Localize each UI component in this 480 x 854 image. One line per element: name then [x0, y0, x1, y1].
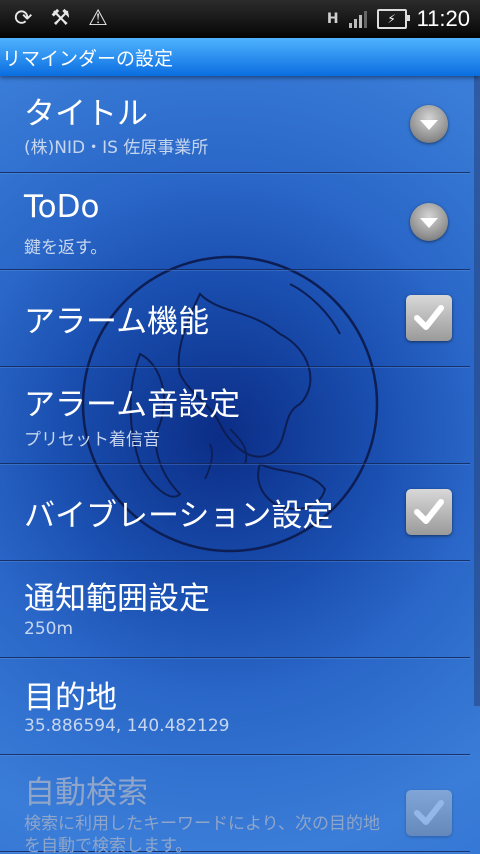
setting-title: 通知範囲設定	[24, 581, 210, 617]
setting-row-notify-range[interactable]: 通知範囲設定 250m	[0, 561, 470, 658]
setting-row-todo[interactable]: ToDo 鍵を返す。	[0, 173, 470, 270]
setting-summary: 250m	[24, 619, 74, 639]
setting-title: バイブレーション設定	[24, 498, 334, 534]
settings-content: タイトル (株)NID・IS 佐原事業所 ToDo 鍵を返す。 アラーム機能 ア…	[0, 76, 480, 854]
setting-title: ToDo	[24, 189, 100, 225]
signal-strength-icon	[348, 10, 367, 28]
checkmark-icon	[414, 800, 444, 825]
warning-icon: ⚠	[88, 6, 108, 31]
setting-summary: 35.886594, 140.482129	[24, 716, 230, 736]
setting-row-title[interactable]: タイトル (株)NID・IS 佐原事業所	[0, 76, 470, 173]
status-bar: ⟳ ⚒ ⚠ H ⚡ 11:20	[0, 0, 480, 38]
setting-title: 自動検索	[24, 775, 148, 811]
checkmark-icon	[414, 499, 444, 524]
setting-title: タイトル	[24, 96, 148, 132]
setting-title: 目的地	[24, 680, 117, 716]
settings-list: タイトル (株)NID・IS 佐原事業所 ToDo 鍵を返す。 アラーム機能 ア…	[0, 76, 470, 854]
dropdown-arrow-icon[interactable]	[410, 105, 448, 143]
network-type-indicator: H	[326, 11, 339, 27]
checkmark-icon	[414, 305, 444, 330]
setting-row-alarm[interactable]: アラーム機能	[0, 270, 470, 367]
dropdown-arrow-icon[interactable]	[410, 203, 448, 241]
setting-row-auto-search: 自動検索 検索に利用したキーワードにより、次の目的地を自動で検索します。	[0, 755, 470, 854]
scrollbar[interactable]	[474, 76, 480, 706]
setting-title: アラーム音設定	[24, 387, 241, 423]
setting-row-vibration[interactable]: バイブレーション設定	[0, 464, 470, 561]
auto-search-checkbox	[406, 790, 452, 836]
setting-row-alarm-sound[interactable]: アラーム音設定 プリセット着信音	[0, 367, 470, 464]
setting-summary: 鍵を返す。	[24, 238, 108, 258]
battery-charging-icon: ⚡	[376, 9, 410, 29]
page-title: リマインダーの設定	[2, 47, 174, 70]
status-time: 11:20	[416, 6, 470, 31]
title-bar: リマインダーの設定	[0, 38, 480, 76]
alarm-checkbox[interactable]	[406, 295, 452, 341]
vibration-checkbox[interactable]	[406, 489, 452, 535]
setting-title: アラーム機能	[24, 304, 210, 340]
setting-summary: プリセット着信音	[24, 430, 160, 450]
sync-icon: ⟳	[14, 6, 33, 31]
usb-debug-icon: ⚒	[50, 6, 71, 31]
setting-row-destination[interactable]: 目的地 35.886594, 140.482129	[0, 658, 470, 755]
setting-summary: 検索に利用したキーワードにより、次の目的地を自動で検索します。	[24, 814, 380, 854]
setting-summary: (株)NID・IS 佐原事業所	[24, 138, 209, 158]
